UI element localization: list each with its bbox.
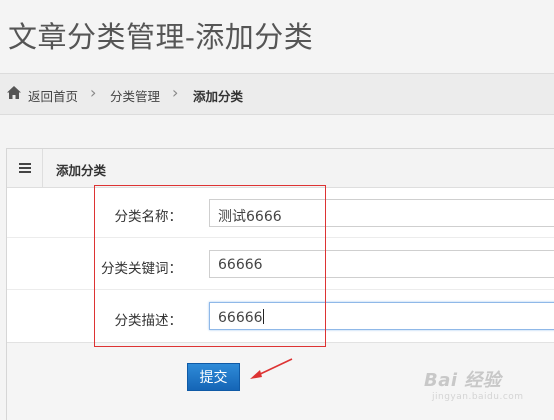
page-header: 文章分类管理-添加分类: [0, 0, 554, 72]
chevron-right-icon: ›: [90, 83, 97, 102]
breadcrumb: 返回首页 › 分类管理 › 添加分类: [0, 73, 554, 115]
watermark-url: jingyan.baidu.com: [432, 392, 524, 402]
annotation-arrow-icon: [250, 358, 293, 379]
breadcrumb-category-link[interactable]: 分类管理: [110, 86, 160, 105]
home-icon: [7, 86, 21, 99]
menu-icon: [7, 149, 43, 187]
page-title: 文章分类管理-添加分类: [8, 20, 314, 54]
submit-button[interactable]: 提交: [187, 363, 240, 391]
watermark-logo: Bai 经验: [424, 370, 502, 391]
breadcrumb-home-link[interactable]: 返回首页: [28, 86, 78, 105]
annotation-highlight-box: [94, 185, 326, 347]
breadcrumb-current: 添加分类: [193, 89, 244, 104]
chevron-right-icon: ›: [172, 83, 179, 102]
panel-title: 添加分类: [56, 163, 107, 178]
panel-header: 添加分类: [7, 149, 554, 188]
